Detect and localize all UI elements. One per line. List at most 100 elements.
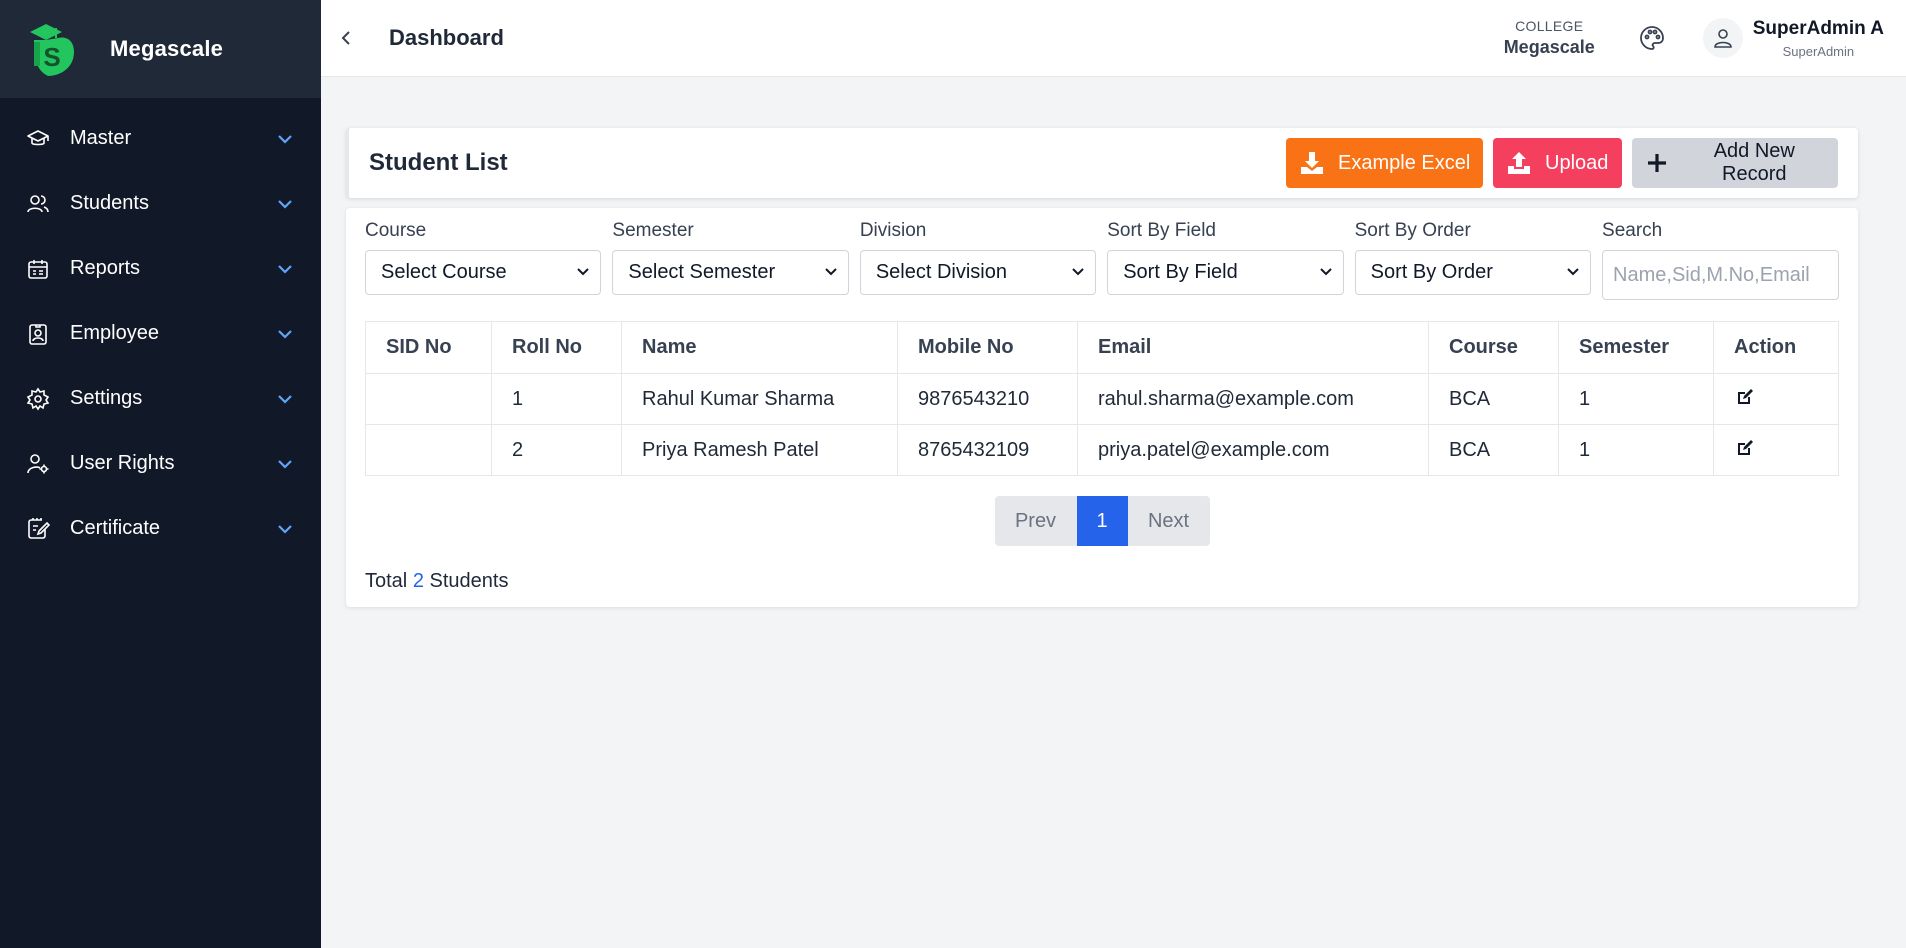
user-info[interactable]: SuperAdmin A SuperAdmin xyxy=(1753,18,1884,59)
semester-select[interactable]: Select Semester xyxy=(612,250,849,295)
filter-label: Search xyxy=(1602,220,1663,241)
column-header[interactable]: Name xyxy=(621,321,898,374)
brand[interactable]: S Megascale xyxy=(0,0,321,98)
sidebar-item-user-rights[interactable]: User Rights xyxy=(0,431,321,496)
add-new-record-button[interactable]: Add New Record xyxy=(1632,138,1838,188)
cell-course: BCA xyxy=(1428,373,1559,425)
prev-page-button[interactable]: Prev xyxy=(994,496,1077,546)
cell-roll: 1 xyxy=(491,373,622,425)
palette-icon[interactable] xyxy=(1635,21,1669,55)
avatar[interactable] xyxy=(1702,18,1743,58)
app-logo-icon: S xyxy=(26,18,80,80)
sidebar-item-label: Settings xyxy=(70,387,143,409)
sidebar-item-label: Certificate xyxy=(70,517,161,539)
sidebar-item-reports[interactable]: Reports xyxy=(0,236,321,301)
chevron-down-icon xyxy=(275,129,295,149)
download-icon xyxy=(1298,149,1326,177)
chevron-down-icon xyxy=(275,454,295,474)
cell-name: Priya Ramesh Patel xyxy=(621,424,898,476)
sidebar-item-master[interactable]: Master xyxy=(0,106,321,171)
column-header[interactable]: Mobile No xyxy=(897,321,1078,374)
filter-label: Sort By Order xyxy=(1354,220,1471,241)
chevron-down-icon xyxy=(1566,261,1580,284)
next-page-button[interactable]: Next xyxy=(1127,496,1210,546)
cell-email: priya.patel@example.com xyxy=(1077,424,1429,476)
cell-roll: 2 xyxy=(491,424,622,476)
graduation-cap-icon xyxy=(26,127,50,151)
filters: Course Select Course Semester Select Sem… xyxy=(365,220,1840,300)
college-info: COLLEGE Megascale xyxy=(1504,18,1595,58)
page-button-current[interactable]: 1 xyxy=(1076,496,1128,546)
column-header[interactable]: Semester xyxy=(1558,321,1714,374)
pagination: Prev 1 Next xyxy=(365,496,1839,546)
svg-text:S: S xyxy=(43,42,60,72)
select-value: Select Division xyxy=(875,261,1007,283)
user-role: SuperAdmin xyxy=(1782,43,1855,59)
cell-name: Rahul Kumar Sharma xyxy=(621,373,898,425)
chevron-down-icon xyxy=(275,259,295,279)
sidebar-item-label: User Rights xyxy=(70,452,175,474)
cell-semester: 1 xyxy=(1558,424,1714,476)
upload-button[interactable]: Upload xyxy=(1493,138,1622,188)
sort-order-select[interactable]: Sort By Order xyxy=(1354,250,1592,295)
sidebar-nav: Master Students Reports Employee Setting… xyxy=(0,98,321,561)
chevron-down-icon xyxy=(576,261,590,284)
column-header[interactable]: Roll No xyxy=(491,321,622,374)
cell-semester: 1 xyxy=(1558,373,1714,425)
cell-action xyxy=(1713,373,1839,425)
chevron-down-icon xyxy=(824,261,838,284)
edit-icon[interactable] xyxy=(1734,437,1756,459)
user-name: SuperAdmin A xyxy=(1752,17,1884,39)
total-suffix: Students xyxy=(429,570,509,592)
cell-sid xyxy=(365,373,492,425)
search-input[interactable] xyxy=(1602,250,1840,300)
select-value: Select Semester xyxy=(628,261,776,283)
sidebar-item-label: Master xyxy=(70,127,132,149)
total-students: Total 2 Students xyxy=(365,570,1839,593)
filter-semester: Semester Select Semester xyxy=(612,220,849,300)
filter-label: Division xyxy=(859,220,927,241)
college-name: Megascale xyxy=(1503,37,1595,57)
chevron-down-icon xyxy=(275,324,295,344)
chevron-left-icon[interactable] xyxy=(329,21,363,55)
filter-sort-order: Sort By Order Sort By Order xyxy=(1354,220,1592,300)
gear-icon xyxy=(26,387,50,411)
certificate-edit-icon xyxy=(26,517,50,541)
edit-icon[interactable] xyxy=(1734,386,1756,408)
table-header-row: SID No Roll No Name Mobile No Email Cour… xyxy=(365,321,1839,374)
page-title: Dashboard xyxy=(389,25,504,50)
filter-label: Semester xyxy=(612,220,694,241)
select-value: Sort By Order xyxy=(1370,261,1493,283)
column-header[interactable]: Course xyxy=(1428,321,1559,374)
filter-division: Division Select Division xyxy=(859,220,1097,300)
cell-course: BCA xyxy=(1428,424,1559,476)
cell-sid xyxy=(365,424,492,476)
sort-field-select[interactable]: Sort By Field xyxy=(1107,250,1344,295)
column-header[interactable]: SID No xyxy=(365,321,492,374)
example-excel-button[interactable]: Example Excel xyxy=(1286,138,1483,188)
sidebar-item-students[interactable]: Students xyxy=(0,171,321,236)
cell-action xyxy=(1713,424,1839,476)
course-select[interactable]: Select Course xyxy=(365,250,602,295)
table-row: 1 Rahul Kumar Sharma 9876543210 rahul.sh… xyxy=(365,373,1839,425)
top-header: Dashboard COLLEGE Megascale SuperAdmin A… xyxy=(321,0,1906,77)
table-row: 2 Priya Ramesh Patel 8765432109 priya.pa… xyxy=(365,424,1839,476)
college-label: COLLEGE xyxy=(1515,18,1584,34)
sidebar-item-certificate[interactable]: Certificate xyxy=(0,496,321,561)
select-value: Select Course xyxy=(381,261,507,283)
user-gear-icon xyxy=(26,452,50,476)
sidebar-item-settings[interactable]: Settings xyxy=(0,366,321,431)
header-actions: Example Excel Upload Add New Record xyxy=(1286,138,1838,188)
badge-user-icon xyxy=(26,322,50,346)
column-header[interactable]: Email xyxy=(1077,321,1429,374)
calendar-list-icon xyxy=(26,257,50,281)
filter-search: Search xyxy=(1602,220,1840,300)
column-header: Action xyxy=(1713,321,1839,374)
chevron-down-icon xyxy=(275,194,295,214)
sidebar-item-employee[interactable]: Employee xyxy=(0,301,321,366)
add-new-record-label: Add New Record xyxy=(1713,140,1795,185)
chevron-down-icon xyxy=(275,389,295,409)
student-list-body: Course Select Course Semester Select Sem… xyxy=(346,208,1858,607)
division-select[interactable]: Select Division xyxy=(859,250,1097,295)
filter-label: Sort By Field xyxy=(1107,220,1216,241)
